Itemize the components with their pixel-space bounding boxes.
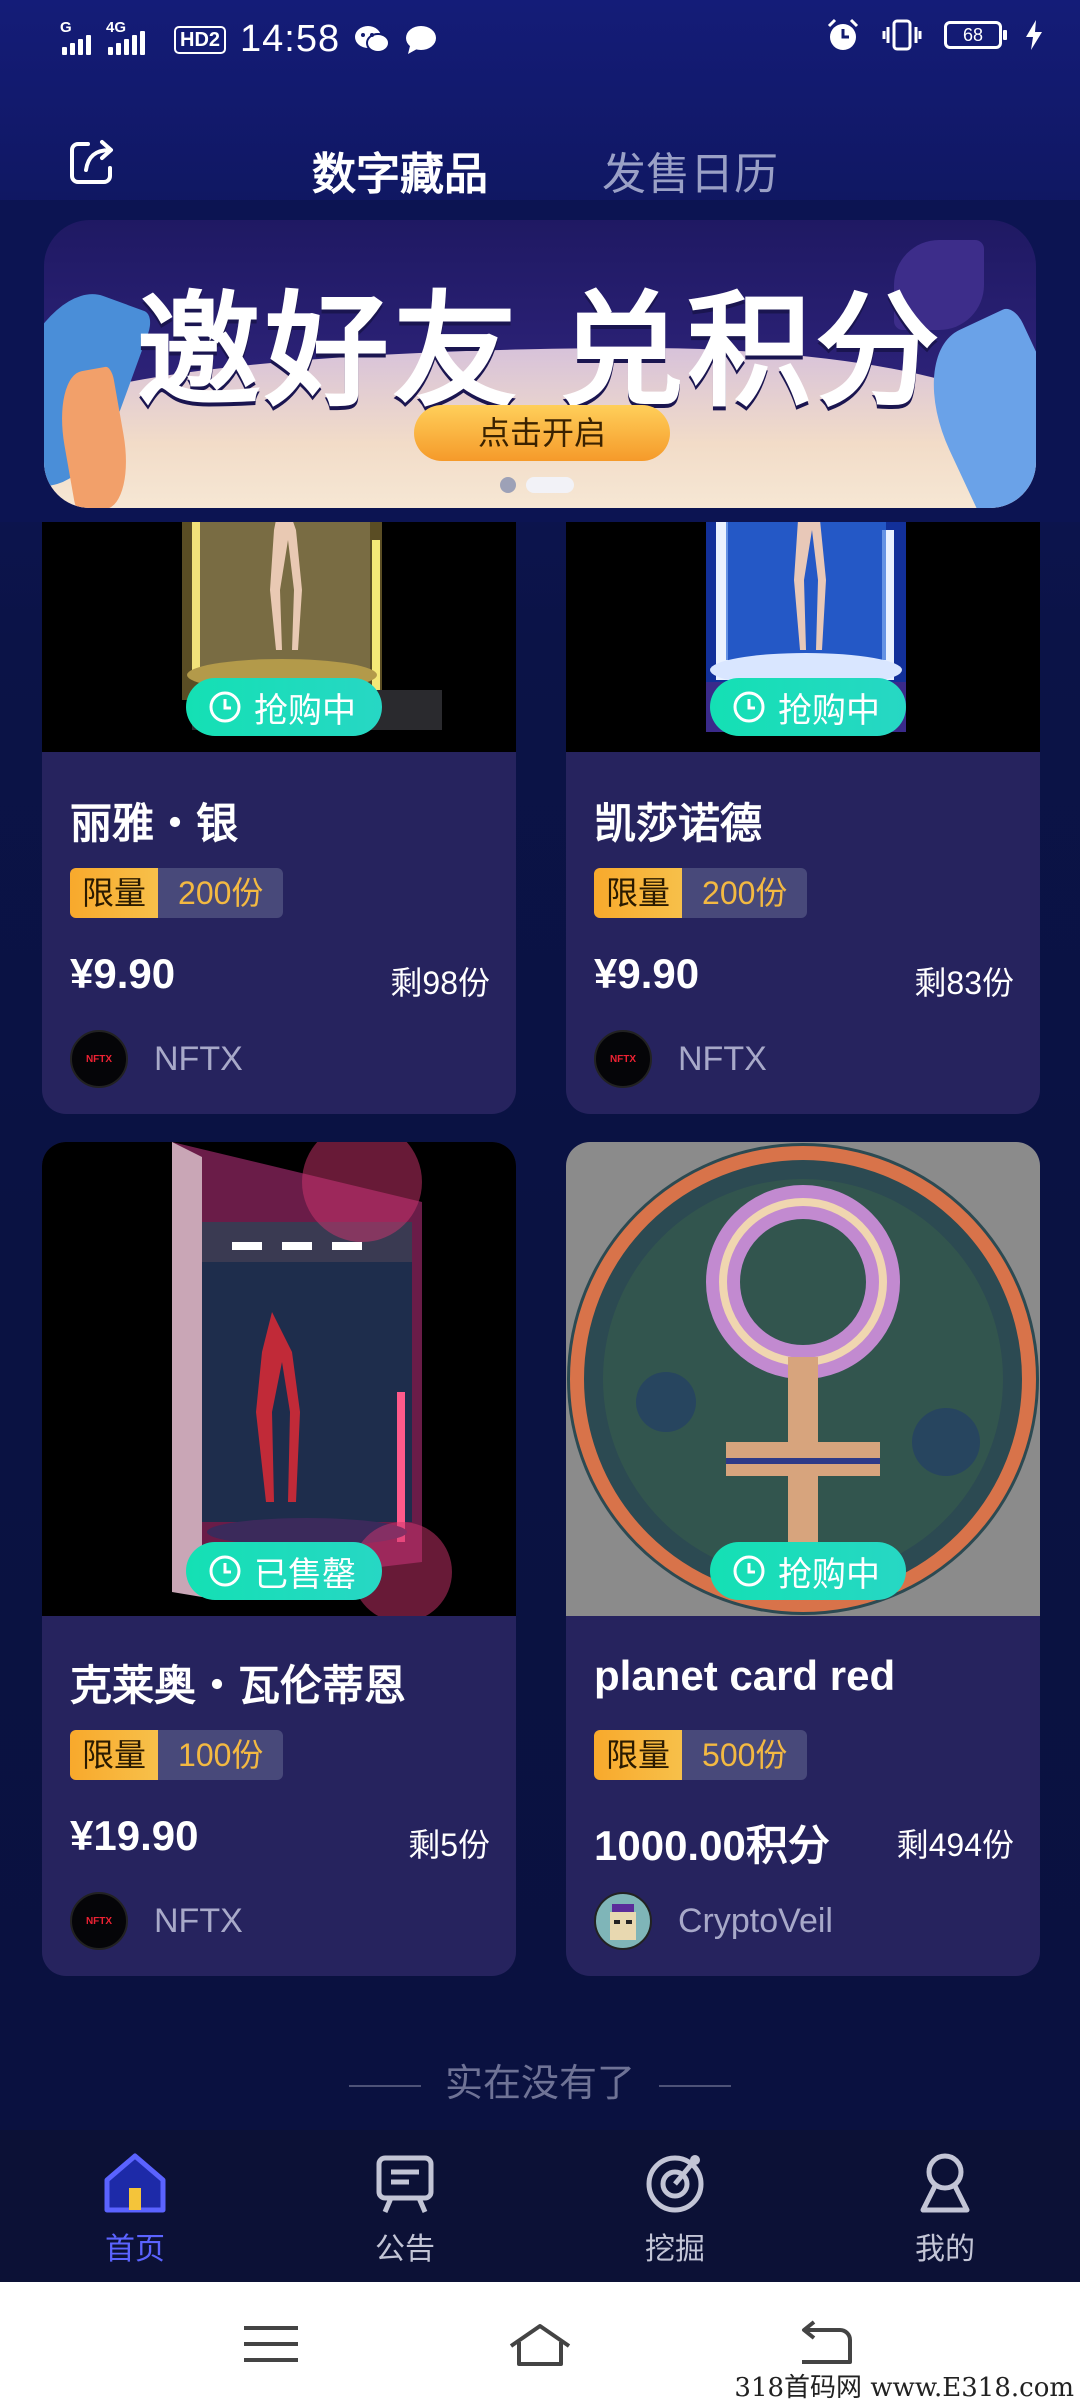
banner-title: 邀好友 兑积分 <box>136 283 944 421</box>
battery-icon: 68 <box>944 21 1007 49</box>
promo-banner[interactable]: 邀好友 兑积分 点击开启 <box>44 220 1036 508</box>
remaining-count: 剩83份 <box>914 965 1014 1001</box>
profile-icon <box>920 2153 970 2213</box>
system-navigation: 318首码网 www.E318.com <box>0 2282 1080 2408</box>
collectible-card[interactable]: 已售罄 克莱奥・瓦伦蒂恩 限量 100份 ¥19.90 剩5份 NFTX NFTX <box>42 1142 516 1976</box>
clock: 14:58 <box>240 18 341 60</box>
signal-4g-icon: 4G <box>106 19 160 55</box>
collectible-name: planet card red <box>594 1652 896 1699</box>
end-of-list: 实在没有了 <box>0 2052 1080 2107</box>
status-bar: G 4G HD2 14:58 68 <box>0 0 1080 80</box>
clock-icon <box>209 691 241 723</box>
status-badge: 抢购中 <box>186 678 382 736</box>
vibrate-icon <box>882 19 922 51</box>
charging-icon <box>1026 20 1042 50</box>
remaining-count: 剩5份 <box>408 1827 490 1863</box>
status-badge: 抢购中 <box>710 1542 906 1600</box>
collectible-card[interactable]: 抢购中 丽雅・银 限量 200份 ¥9.90 剩98份 NFTX NFTX <box>42 470 516 1114</box>
creator-name: NFTX <box>154 1040 243 1078</box>
collectible-name: 丽雅・银 <box>70 800 239 847</box>
share-icon[interactable] <box>64 134 120 190</box>
pagination-dot[interactable] <box>500 477 516 493</box>
limit-tag: 限量 100份 <box>70 1730 284 1780</box>
price: ¥9.90 <box>70 950 176 997</box>
tab-release-calendar[interactable]: 发售日历 <box>602 138 778 202</box>
creator-avatar <box>594 1892 652 1950</box>
wechat-icon <box>355 25 391 53</box>
nav-profile[interactable]: 我的 <box>865 2146 1025 2268</box>
creator-name: NFTX <box>678 1040 767 1078</box>
home-outline-icon[interactable] <box>505 2318 575 2370</box>
price: ¥9.90 <box>594 950 700 997</box>
limit-tag: 限量 500份 <box>594 1730 808 1780</box>
hd-indicator: HD2 <box>174 25 227 54</box>
collectible-card[interactable]: 抢购中 凯莎诺德 限量 200份 ¥9.90 剩83份 NFTX NFTX <box>566 470 1040 1114</box>
limit-tag: 限量 200份 <box>594 868 808 918</box>
back-icon[interactable] <box>788 2318 858 2370</box>
pagination-dot-active[interactable] <box>526 477 574 493</box>
clock-icon <box>733 691 765 723</box>
creator-avatar: NFTX <box>70 1892 128 1950</box>
price: 1000.00积分 <box>594 1822 830 1869</box>
price: ¥19.90 <box>70 1812 199 1859</box>
creator-name: NFTX <box>154 1902 243 1940</box>
remaining-count: 剩494份 <box>896 1827 1014 1863</box>
banner-pagination <box>500 477 574 493</box>
nav-announcement[interactable]: 公告 <box>325 2146 485 2268</box>
clock-icon <box>209 1555 241 1587</box>
creator-avatar: NFTX <box>594 1030 652 1088</box>
mining-icon <box>646 2155 704 2213</box>
status-badge: 抢购中 <box>710 678 906 736</box>
nav-mining[interactable]: 挖掘 <box>595 2146 755 2268</box>
announcement-icon <box>376 2155 434 2213</box>
limit-tag: 限量 200份 <box>70 868 284 918</box>
home-icon <box>104 2153 166 2213</box>
bottom-navigation: 首页 公告 挖掘 我的 <box>0 2130 1080 2282</box>
status-badge: 已售罄 <box>186 1542 382 1600</box>
alarm-icon <box>827 18 859 50</box>
tab-digital-collectibles[interactable]: 数字藏品 <box>312 138 488 202</box>
menu-icon[interactable] <box>236 2318 306 2370</box>
clock-icon <box>733 1555 765 1587</box>
nav-home[interactable]: 首页 <box>55 2146 215 2268</box>
collectible-name: 凯莎诺德 <box>594 800 763 847</box>
creator-name: CryptoVeil <box>678 1902 833 1940</box>
avatar-image <box>610 1904 636 1940</box>
remaining-count: 剩98份 <box>390 965 490 1001</box>
creator-avatar: NFTX <box>70 1030 128 1088</box>
banner-open-button[interactable]: 点击开启 <box>414 405 670 461</box>
signal-icon: G <box>60 19 94 55</box>
watermark: 318首码网 www.E318.com <box>734 2373 1074 2403</box>
chat-bubble-icon <box>406 25 437 54</box>
collectible-card[interactable]: 抢购中 planet card red 限量 500份 1000.00积分 剩49… <box>566 1142 1040 1976</box>
collectible-name: 克莱奥・瓦伦蒂恩 <box>70 1662 407 1709</box>
